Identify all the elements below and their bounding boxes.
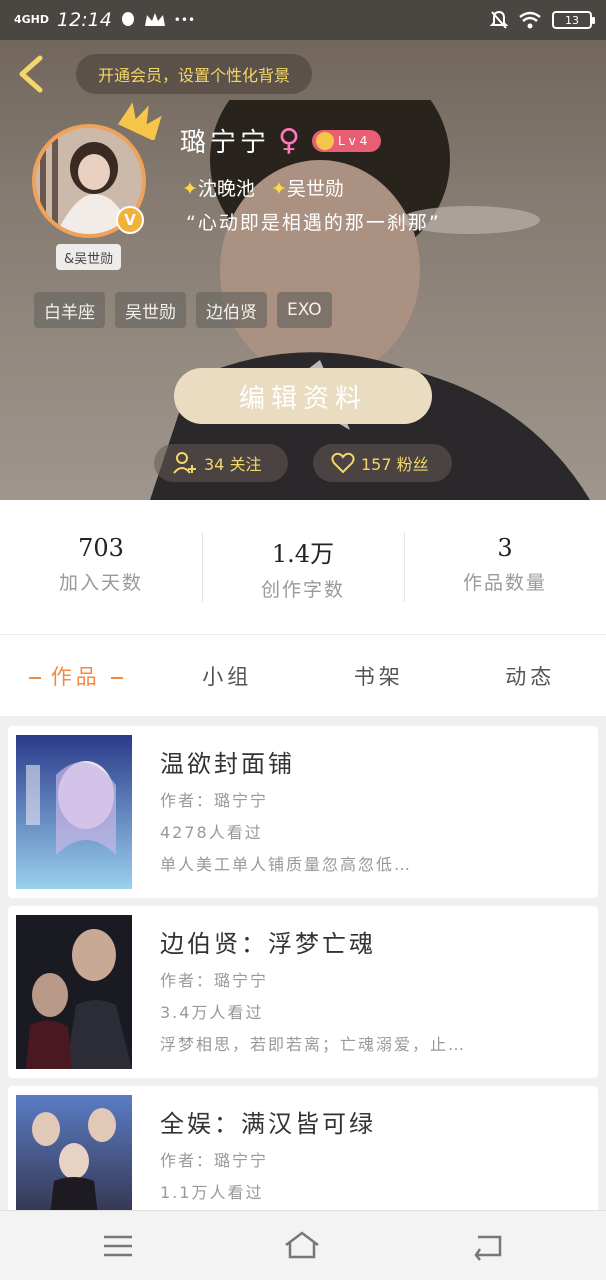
add-user-icon: [173, 452, 196, 474]
tab-label: 作品: [50, 664, 101, 689]
clock: 12:14: [57, 9, 112, 31]
fans-button[interactable]: 157 粉丝: [313, 444, 452, 482]
work-card[interactable]: 全娱：满汉皆可绿 作者：璐宁宁 1.1万人看过: [8, 1086, 598, 1210]
book-cover: [16, 1095, 132, 1210]
tag[interactable]: 吴世勋: [115, 292, 186, 328]
profile-header: 开通会员，设置个性化背景 V &吴世勋 璐宁宁 ♀ Lv4 ✦沈晚池 ✦吴世勋 …: [0, 40, 606, 500]
fans-label: 157 粉丝: [361, 455, 429, 474]
sparkle-icon: ✦: [182, 178, 198, 200]
work-title: 边伯贤：浮梦亡魂: [160, 930, 376, 958]
home-icon[interactable]: [284, 1229, 320, 1263]
profile-tags: 白羊座 吴世勋 边伯贤 EXO: [34, 292, 332, 328]
followed-name: 吴世勋: [286, 178, 344, 200]
back-icon[interactable]: [470, 1229, 506, 1263]
battery-icon: 13: [552, 11, 595, 29]
stat-label: 作品数量: [462, 572, 547, 594]
work-title: 全娱：满汉皆可绿: [160, 1110, 376, 1138]
avatar-tag: &吴世勋: [56, 244, 122, 270]
female-icon: ♀: [278, 123, 304, 158]
tab-indicator: [28, 676, 41, 679]
work-info: 边伯贤：浮梦亡魂 作者：璐宁宁 3.4万人看过 浮梦相思，若即若离；亡魂溺爱，止…: [160, 924, 588, 1055]
username: 璐宁宁: [180, 128, 271, 158]
work-title: 温欲封面铺: [160, 750, 295, 778]
followed-names: ✦沈晚池 ✦吴世勋: [182, 174, 344, 201]
work-author: 作者：璐宁宁: [160, 1151, 269, 1170]
mute-icon: [490, 10, 508, 29]
following-button[interactable]: 34 关注: [154, 444, 288, 482]
work-author: 作者：璐宁宁: [160, 791, 269, 810]
tab-activity[interactable]: 动态: [455, 661, 606, 691]
following-label: 34 关注: [204, 455, 262, 474]
signature: “心动即是相遇的那一刹那”: [186, 212, 441, 234]
wifi-icon: [519, 11, 541, 29]
tab-indicator: [110, 676, 123, 679]
followed-item[interactable]: ✦吴世勋: [271, 174, 344, 201]
qq-icon: [121, 12, 134, 26]
stat-value: 1.4万: [271, 540, 335, 568]
tag[interactable]: 边伯贤: [196, 292, 267, 328]
level-badge: Lv4: [312, 129, 382, 152]
work-card[interactable]: 温欲封面铺 作者：璐宁宁 4278人看过 单人美工单人铺质量忽高忽低…: [8, 726, 598, 898]
work-author: 作者：璐宁宁: [160, 971, 269, 990]
crown-icon: [144, 13, 165, 26]
work-desc: 单人美工单人铺质量忽高忽低…: [160, 855, 413, 874]
work-card[interactable]: 边伯贤：浮梦亡魂 作者：璐宁宁 3.4万人看过 浮梦相思，若即若离；亡魂溺爱，止…: [8, 906, 598, 1078]
stats-row: 703 加入天数 1.4万 创作字数 3 作品数量: [0, 500, 606, 634]
menu-icon[interactable]: [100, 1229, 136, 1263]
chevron-left-icon: [19, 55, 43, 93]
heart-icon: [331, 452, 355, 474]
tag[interactable]: 白羊座: [34, 292, 105, 328]
tab-bookshelf[interactable]: 书架: [303, 661, 455, 691]
tab-works[interactable]: 作品: [0, 661, 152, 691]
verified-badge: V: [116, 206, 144, 234]
stat-words: 1.4万 创作字数: [202, 532, 404, 602]
stat-value: 703: [78, 534, 124, 562]
stat-days: 703 加入天数: [0, 534, 202, 600]
tab-groups[interactable]: 小组: [152, 661, 304, 691]
more-dots-icon: •••: [173, 13, 196, 27]
level-label: Lv4: [338, 133, 372, 148]
followed-name: 沈晚池: [197, 178, 255, 200]
stat-label: 加入天数: [58, 572, 143, 594]
avatar-crown-icon: [118, 102, 162, 140]
stat-value: 3: [497, 534, 513, 562]
edit-profile-button[interactable]: 编辑资料: [174, 368, 432, 424]
level-crown-icon: [316, 131, 334, 150]
stat-works: 3 作品数量: [404, 532, 606, 602]
work-desc: 浮梦相思，若即若离；亡魂溺爱，止…: [160, 1035, 467, 1054]
work-views: 1.1万人看过: [160, 1183, 264, 1202]
signal-icon: 4GHD: [14, 13, 50, 26]
works-list: 温欲封面铺 作者：璐宁宁 4278人看过 单人美工单人铺质量忽高忽低… 边伯贤：…: [0, 716, 606, 1210]
system-nav-bar: [0, 1210, 606, 1280]
sparkle-icon: ✦: [270, 178, 287, 200]
tab-bar: 作品 小组 书架 动态: [0, 634, 606, 716]
work-info: 全娱：满汉皆可绿 作者：璐宁宁 1.1万人看过: [160, 1104, 588, 1210]
back-button[interactable]: [14, 54, 50, 94]
hero-overlay: [0, 40, 606, 500]
book-cover: [16, 915, 132, 1069]
work-info: 温欲封面铺 作者：璐宁宁 4278人看过 单人美工单人铺质量忽高忽低…: [160, 744, 588, 875]
tag[interactable]: EXO: [277, 292, 332, 328]
app-root: 4GHD 12:14 ••• 13 开通会员，设置个性化背景 V &吴世勋 璐宁…: [0, 0, 606, 1280]
stat-label: 创作字数: [260, 579, 345, 601]
status-bar: 4GHD 12:14 ••• 13: [0, 0, 606, 40]
work-views: 3.4万人看过: [160, 1003, 264, 1022]
book-cover: [16, 735, 132, 889]
username-row: 璐宁宁 ♀ Lv4: [180, 122, 382, 159]
vip-banner[interactable]: 开通会员，设置个性化背景: [76, 54, 313, 94]
followed-item[interactable]: ✦沈晚池: [182, 174, 255, 201]
work-views: 4278人看过: [160, 823, 263, 842]
battery-level: 13: [565, 13, 579, 27]
